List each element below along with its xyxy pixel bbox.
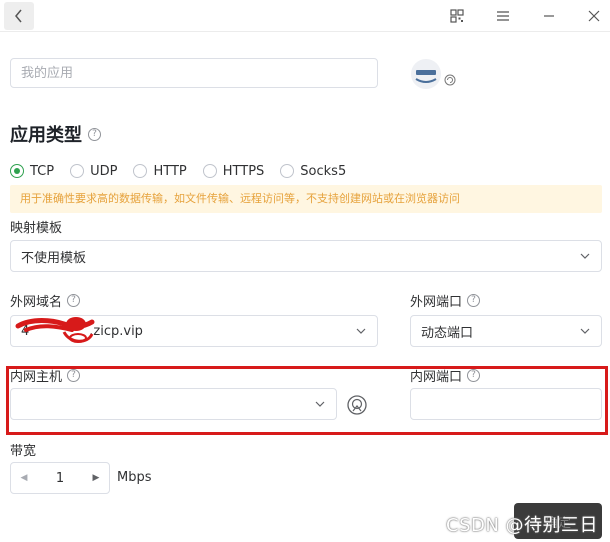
- external-port-value: 动态端口: [421, 325, 474, 341]
- title-bar: [0, 0, 610, 32]
- protocol-hint: 用于准确性要求高的数据传输，如文件传输、远程访问等，不支持创建网站或在浏览器访问: [10, 185, 602, 213]
- app-icon-avatar[interactable]: [406, 58, 458, 92]
- radio-dot: [10, 164, 24, 178]
- bandwidth-label: 带宽: [10, 440, 36, 459]
- radio-dot: [280, 164, 295, 178]
- radio-https[interactable]: HTTPS: [202, 163, 265, 179]
- radio-dot: [202, 164, 217, 178]
- radio-socks5[interactable]: Socks5: [280, 164, 346, 179]
- highlight-annotation-box: [6, 366, 608, 435]
- redaction-scribble: [15, 317, 95, 343]
- bandwidth-unit: Mbps: [117, 470, 152, 485]
- radio-tcp[interactable]: TCP: [10, 164, 54, 179]
- radio-dot: [70, 164, 85, 178]
- mapping-template-label: 映射模板: [10, 217, 62, 236]
- bandwidth-value: 1: [55, 470, 65, 486]
- external-port-label-text: 外网端口: [410, 295, 463, 310]
- help-icon[interactable]: ?: [88, 127, 101, 141]
- radio-http[interactable]: HTTP: [133, 163, 187, 179]
- app-name-input[interactable]: [10, 58, 378, 88]
- mapping-template-select[interactable]: 不使用模板: [10, 240, 602, 272]
- radio-label: TCP: [30, 163, 55, 179]
- chevron-down-icon: [580, 328, 590, 334]
- mapping-template-label-text: 映射模板: [10, 221, 63, 236]
- chevron-down-icon: [580, 253, 590, 259]
- back-button[interactable]: [4, 2, 34, 30]
- qrcode-icon[interactable]: [447, 6, 467, 26]
- mapping-template-value: 不使用模板: [21, 250, 87, 266]
- radio-label: HTTP: [153, 163, 187, 179]
- menu-icon[interactable]: [493, 6, 513, 26]
- help-icon[interactable]: ?: [467, 294, 481, 307]
- minimize-icon[interactable]: [539, 6, 559, 26]
- radio-dot: [133, 164, 148, 178]
- external-port-label: 外网端口?: [410, 291, 481, 310]
- increment-icon[interactable]: ▶: [83, 473, 109, 483]
- radio-label: Socks5: [300, 163, 347, 179]
- app-type-radio-group: TCP UDP HTTP HTTPS Socks5: [10, 162, 362, 180]
- app-type-title: 应用类型?: [10, 121, 101, 147]
- radio-label: HTTPS: [222, 163, 265, 179]
- chevron-down-icon: [356, 328, 366, 334]
- csdn-watermark: CSDN @待别三日: [446, 515, 599, 536]
- bandwidth-label-text: 带宽: [10, 444, 37, 459]
- radio-label: UDP: [90, 163, 118, 179]
- decrement-icon[interactable]: ◀: [11, 473, 37, 483]
- radio-udp[interactable]: UDP: [70, 164, 117, 179]
- app-type-title-text: 应用类型: [10, 125, 82, 146]
- chevron-left-icon: [15, 9, 22, 23]
- bandwidth-stepper[interactable]: ◀ 1 ▶: [10, 462, 110, 494]
- external-port-select[interactable]: 动态端口: [410, 315, 602, 347]
- close-icon[interactable]: [584, 6, 604, 26]
